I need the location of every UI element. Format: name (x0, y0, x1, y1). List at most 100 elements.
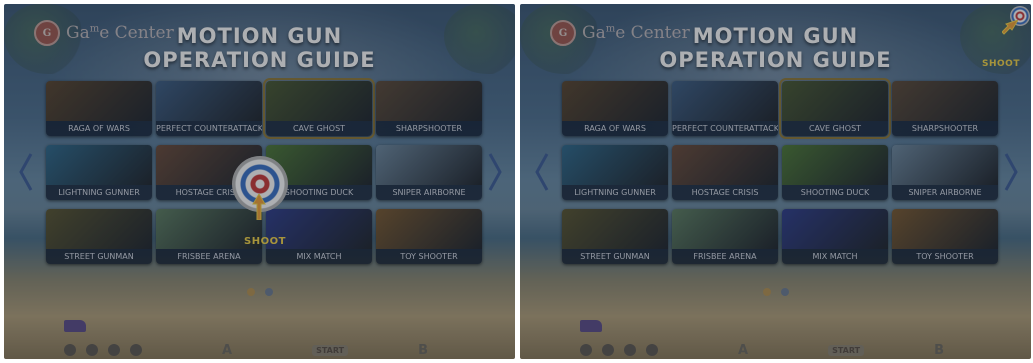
a-button-icon: A (222, 342, 233, 358)
gun-equipment-notice (64, 320, 86, 332)
game-thumbnail (562, 145, 668, 185)
game-thumbnail (892, 145, 998, 185)
game-title: PERFECT COUNTERATTACK (672, 121, 778, 136)
game-title: SNIPER AIRBORNE (892, 185, 998, 200)
gun-icon (580, 320, 602, 332)
gun-icon (64, 320, 86, 332)
game-tile[interactable]: MIX MATCH (782, 209, 888, 264)
game-title: SHARPSHOOTER (376, 121, 482, 136)
right-button-icon (646, 344, 658, 356)
game-tile[interactable]: TOY SHOOTER (892, 209, 998, 264)
game-tile[interactable]: SHARPSHOOTER (892, 81, 998, 136)
pagination-dot[interactable] (246, 288, 255, 296)
game-tile[interactable]: STREET GUNMAN (46, 209, 152, 264)
start-button-icon: START (312, 344, 349, 356)
game-thumbnail (782, 81, 888, 121)
game-title: SHARPSHOOTER (892, 121, 998, 136)
game-title: PERFECT COUNTERATTACK (156, 121, 262, 136)
shoot-label: SHOOT (244, 236, 286, 247)
game-thumbnail (376, 145, 482, 185)
gun-equipment-notice (580, 320, 602, 332)
up-button-icon (64, 344, 76, 356)
down-button-icon (602, 344, 614, 356)
next-page-arrow-icon[interactable] (487, 152, 503, 192)
game-thumbnail (672, 145, 778, 185)
shoot-label: SHOOT (982, 59, 1020, 69)
start-button-icon: START (828, 344, 865, 356)
game-tile[interactable]: PERFECT COUNTERATTACK (156, 81, 262, 136)
page-title: MOTION GUN OPERATION GUIDE (659, 24, 892, 72)
left-button-icon (108, 344, 120, 356)
game-title: TOY SHOOTER (376, 249, 482, 264)
left-button-icon (624, 344, 636, 356)
game-title: CAVE GHOST (782, 121, 888, 136)
pagination-dots (520, 288, 1031, 296)
pointer-arrow-icon (1002, 20, 1018, 35)
game-tile[interactable]: SHARPSHOOTER (376, 81, 482, 136)
page-title: MOTION GUN OPERATION GUIDE (143, 24, 376, 72)
game-thumbnail (46, 145, 152, 185)
a-button-icon: A (738, 342, 749, 358)
game-tile[interactable]: RAGA OF WARS (562, 81, 668, 136)
b-button-icon: B (934, 342, 945, 358)
pagination-dot[interactable] (762, 288, 771, 296)
game-thumbnail (376, 209, 482, 249)
game-title: STREET GUNMAN (562, 249, 668, 264)
game-title: STREET GUNMAN (46, 249, 152, 264)
game-grid: RAGA OF WARS PERFECT COUNTERATTACK CAVE GH… (562, 78, 998, 271)
pointer-arrow-icon (252, 194, 266, 220)
guide-panel-left: G Game Center MOTION GUN OPERATION GUIDE… (4, 4, 515, 359)
down-button-icon (86, 344, 98, 356)
game-tile[interactable]: CAVE GHOST (779, 78, 891, 139)
game-thumbnail (46, 81, 152, 121)
game-thumbnail (672, 209, 778, 249)
game-tile[interactable]: HOSTAGE CRISIS (672, 145, 778, 200)
game-thumbnail (562, 81, 668, 121)
game-thumbnail (562, 209, 668, 249)
next-page-arrow-icon[interactable] (1003, 152, 1019, 192)
game-tile[interactable]: STREET GUNMAN (562, 209, 668, 264)
previous-page-arrow-icon[interactable] (534, 152, 550, 192)
game-tile[interactable]: CAVE GHOST (263, 78, 375, 139)
game-title: CAVE GHOST (266, 121, 372, 136)
game-title: LIGHTNING GUNNER (562, 185, 668, 200)
game-title: RAGA OF WARS (562, 121, 668, 136)
game-title: FRISBEE ARENA (672, 249, 778, 264)
game-thumbnail (672, 81, 778, 121)
game-tile[interactable]: SNIPER AIRBORNE (892, 145, 998, 200)
game-thumbnail (782, 209, 888, 249)
game-thumbnail (892, 81, 998, 121)
game-title: SHOOTING DUCK (782, 185, 888, 200)
game-tile[interactable]: SNIPER AIRBORNE (376, 145, 482, 200)
game-thumbnail (892, 209, 998, 249)
game-title: MIX MATCH (266, 249, 372, 264)
game-title: SNIPER AIRBORNE (376, 185, 482, 200)
game-title: FRISBEE ARENA (156, 249, 262, 264)
game-thumbnail (376, 81, 482, 121)
game-thumbnail (156, 81, 262, 121)
game-tile[interactable]: SHOOTING DUCK (782, 145, 888, 200)
control-hints: A START B (580, 342, 1021, 358)
game-thumbnail (782, 145, 888, 185)
game-title: LIGHTNING GUNNER (46, 185, 152, 200)
game-tile[interactable]: FRISBEE ARENA (672, 209, 778, 264)
pagination-dots (4, 288, 515, 296)
game-thumbnail (46, 209, 152, 249)
game-thumbnail (266, 81, 372, 121)
pagination-dot[interactable] (780, 288, 789, 296)
game-tile[interactable]: PERFECT COUNTERATTACK (672, 81, 778, 136)
guide-panel-right: G Game Center MOTION GUN OPERATION GUIDE… (520, 4, 1031, 359)
game-title: TOY SHOOTER (892, 249, 998, 264)
game-tile[interactable]: LIGHTNING GUNNER (46, 145, 152, 200)
game-title: RAGA OF WARS (46, 121, 152, 136)
right-button-icon (130, 344, 142, 356)
b-button-icon: B (418, 342, 429, 358)
game-tile[interactable]: TOY SHOOTER (376, 209, 482, 264)
up-button-icon (580, 344, 592, 356)
game-title: HOSTAGE CRISIS (672, 185, 778, 200)
game-title: MIX MATCH (782, 249, 888, 264)
game-tile[interactable]: RAGA OF WARS (46, 81, 152, 136)
pagination-dot[interactable] (264, 288, 273, 296)
game-tile[interactable]: LIGHTNING GUNNER (562, 145, 668, 200)
previous-page-arrow-icon[interactable] (18, 152, 34, 192)
